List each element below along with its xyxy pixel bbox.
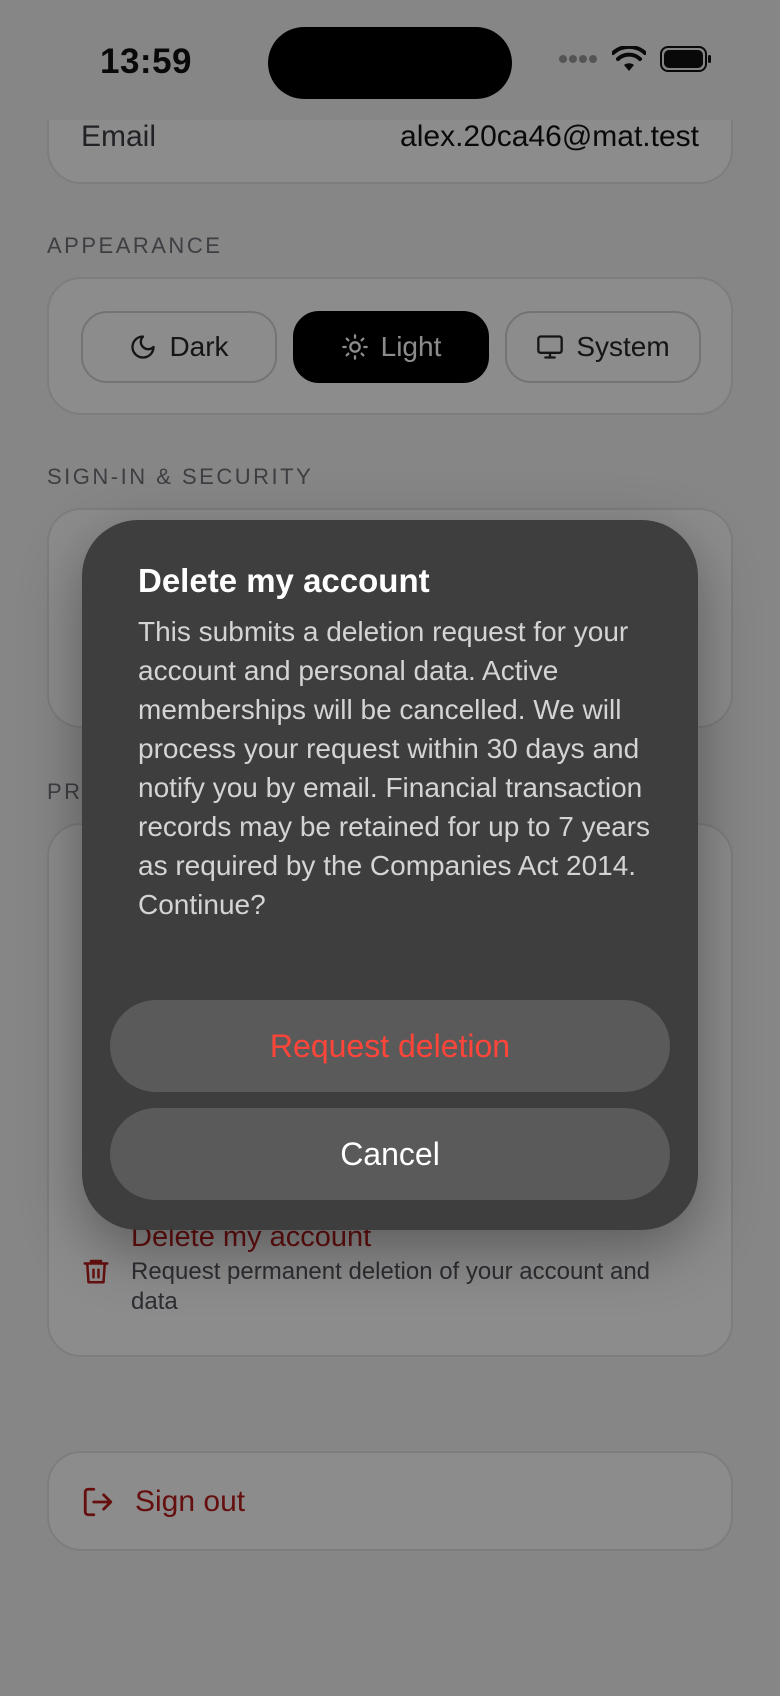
cancel-button[interactable]: Cancel: [110, 1108, 670, 1200]
dialog-message: This submits a deletion request for your…: [138, 616, 651, 920]
dialog-title: Delete my account: [138, 562, 430, 599]
delete-account-dialog: Delete my account This submits a deletio…: [82, 520, 698, 1230]
settings-screen: 13:59 Email alex.20ca46@mat.test APPEARA…: [0, 0, 780, 1696]
request-deletion-button[interactable]: Request deletion: [110, 1000, 670, 1092]
